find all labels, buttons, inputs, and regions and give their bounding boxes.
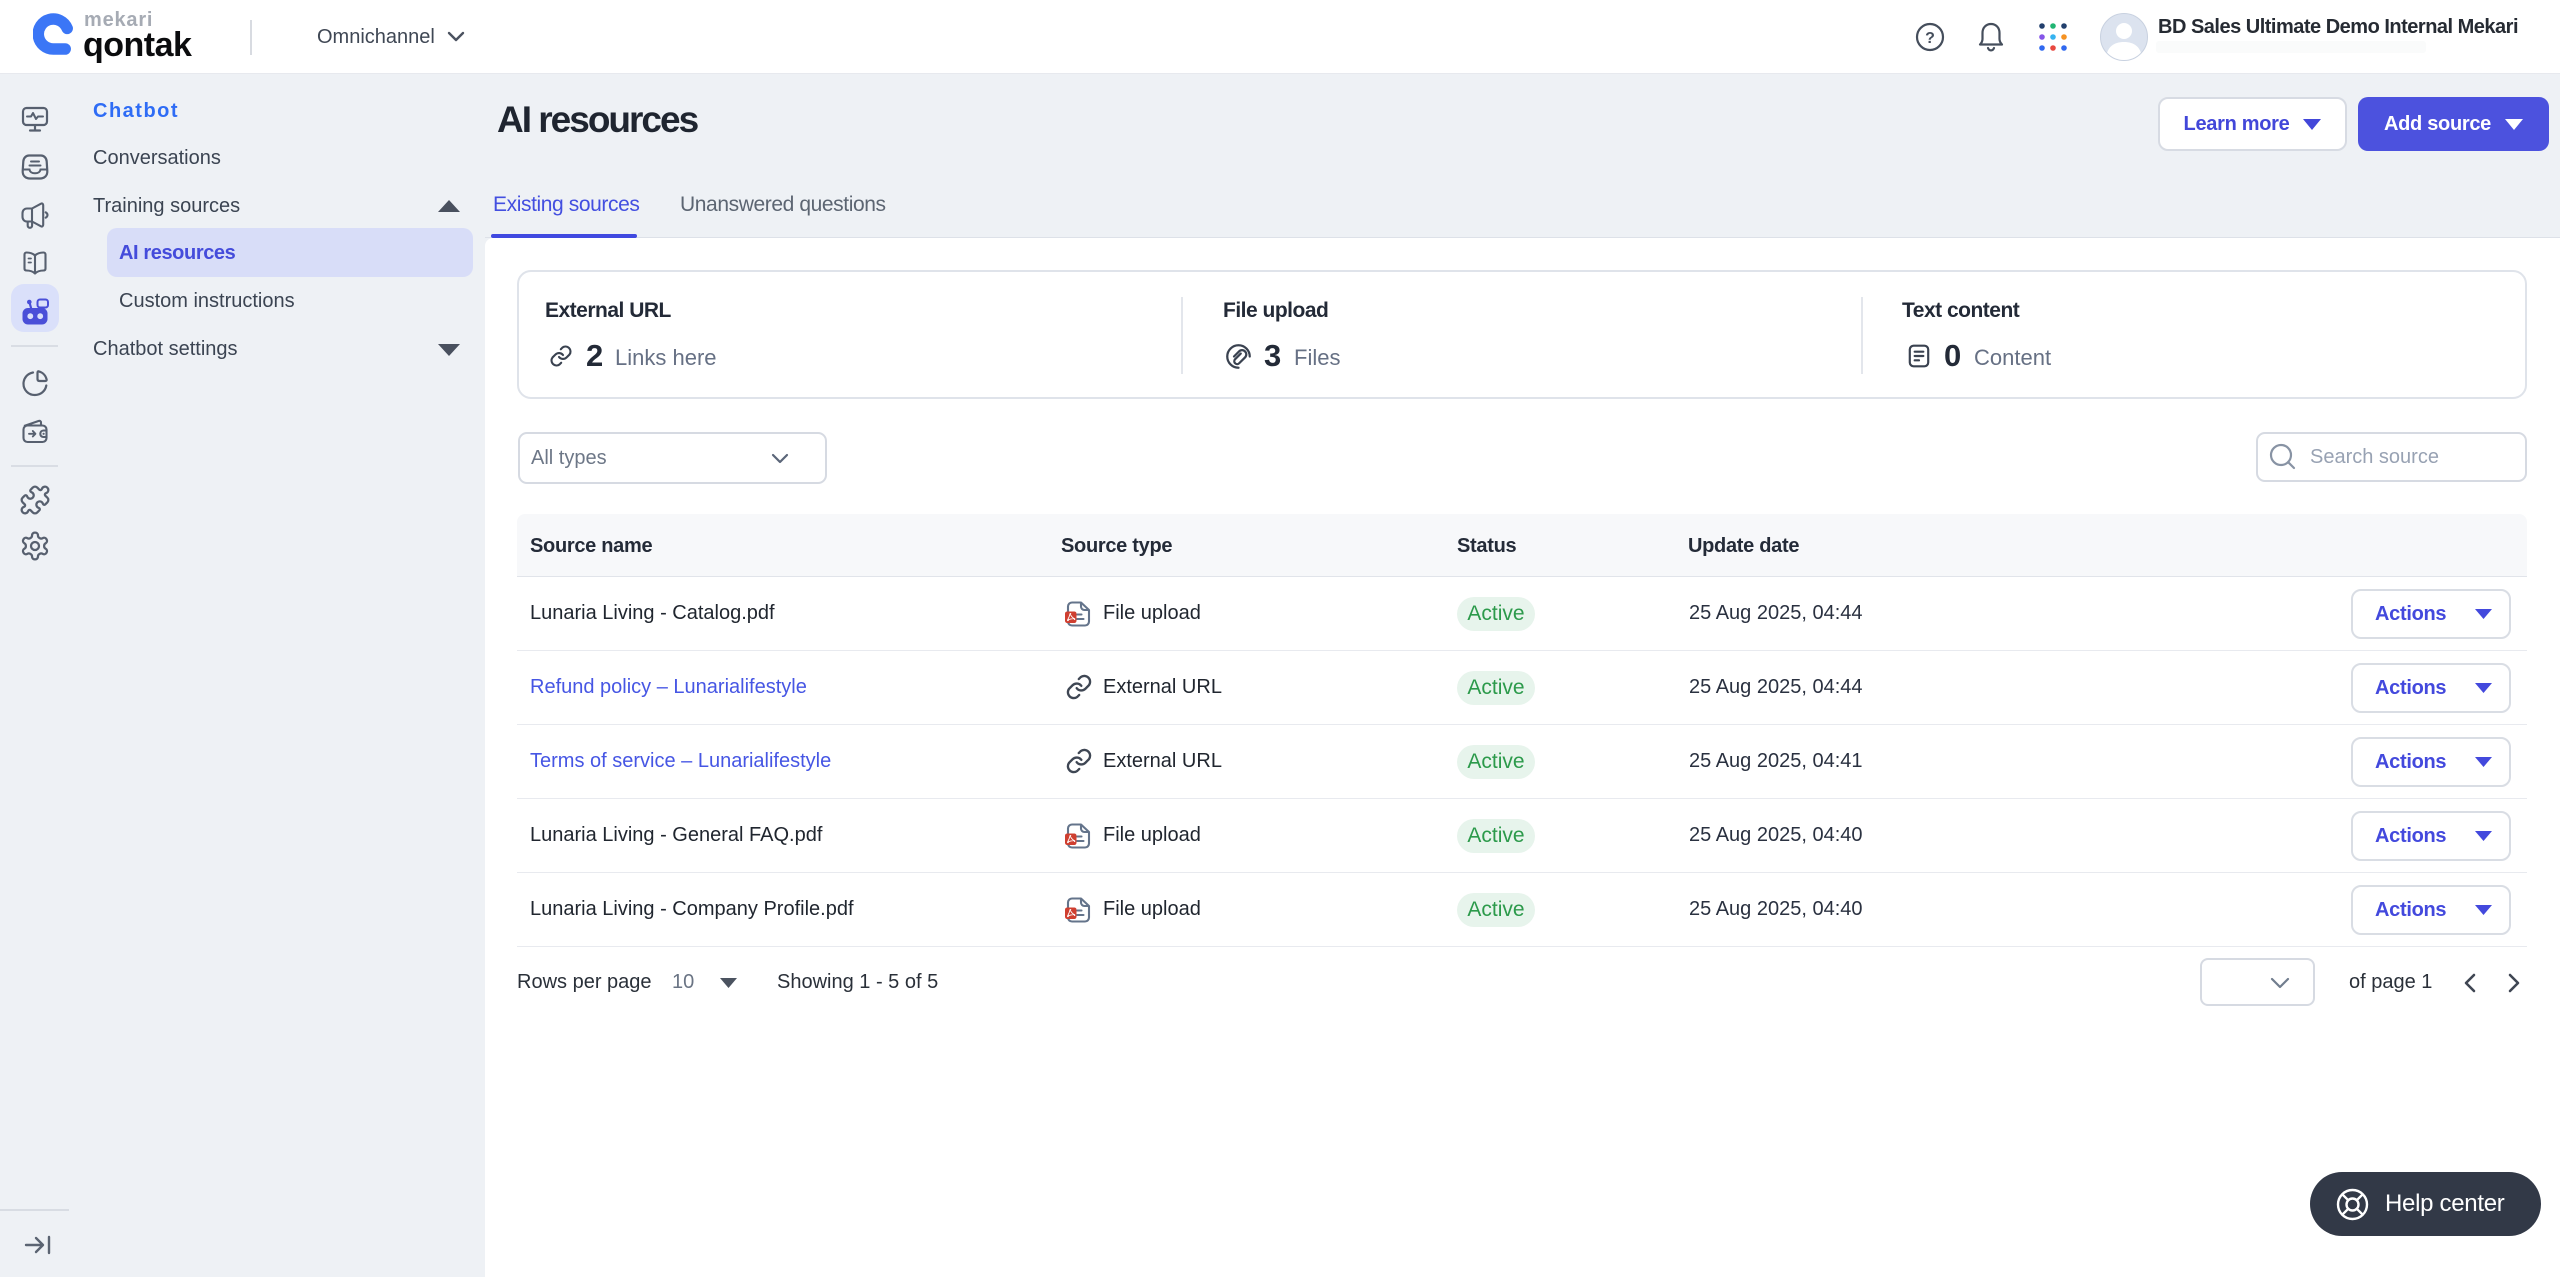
svg-text:?: ? [1925, 30, 1935, 47]
